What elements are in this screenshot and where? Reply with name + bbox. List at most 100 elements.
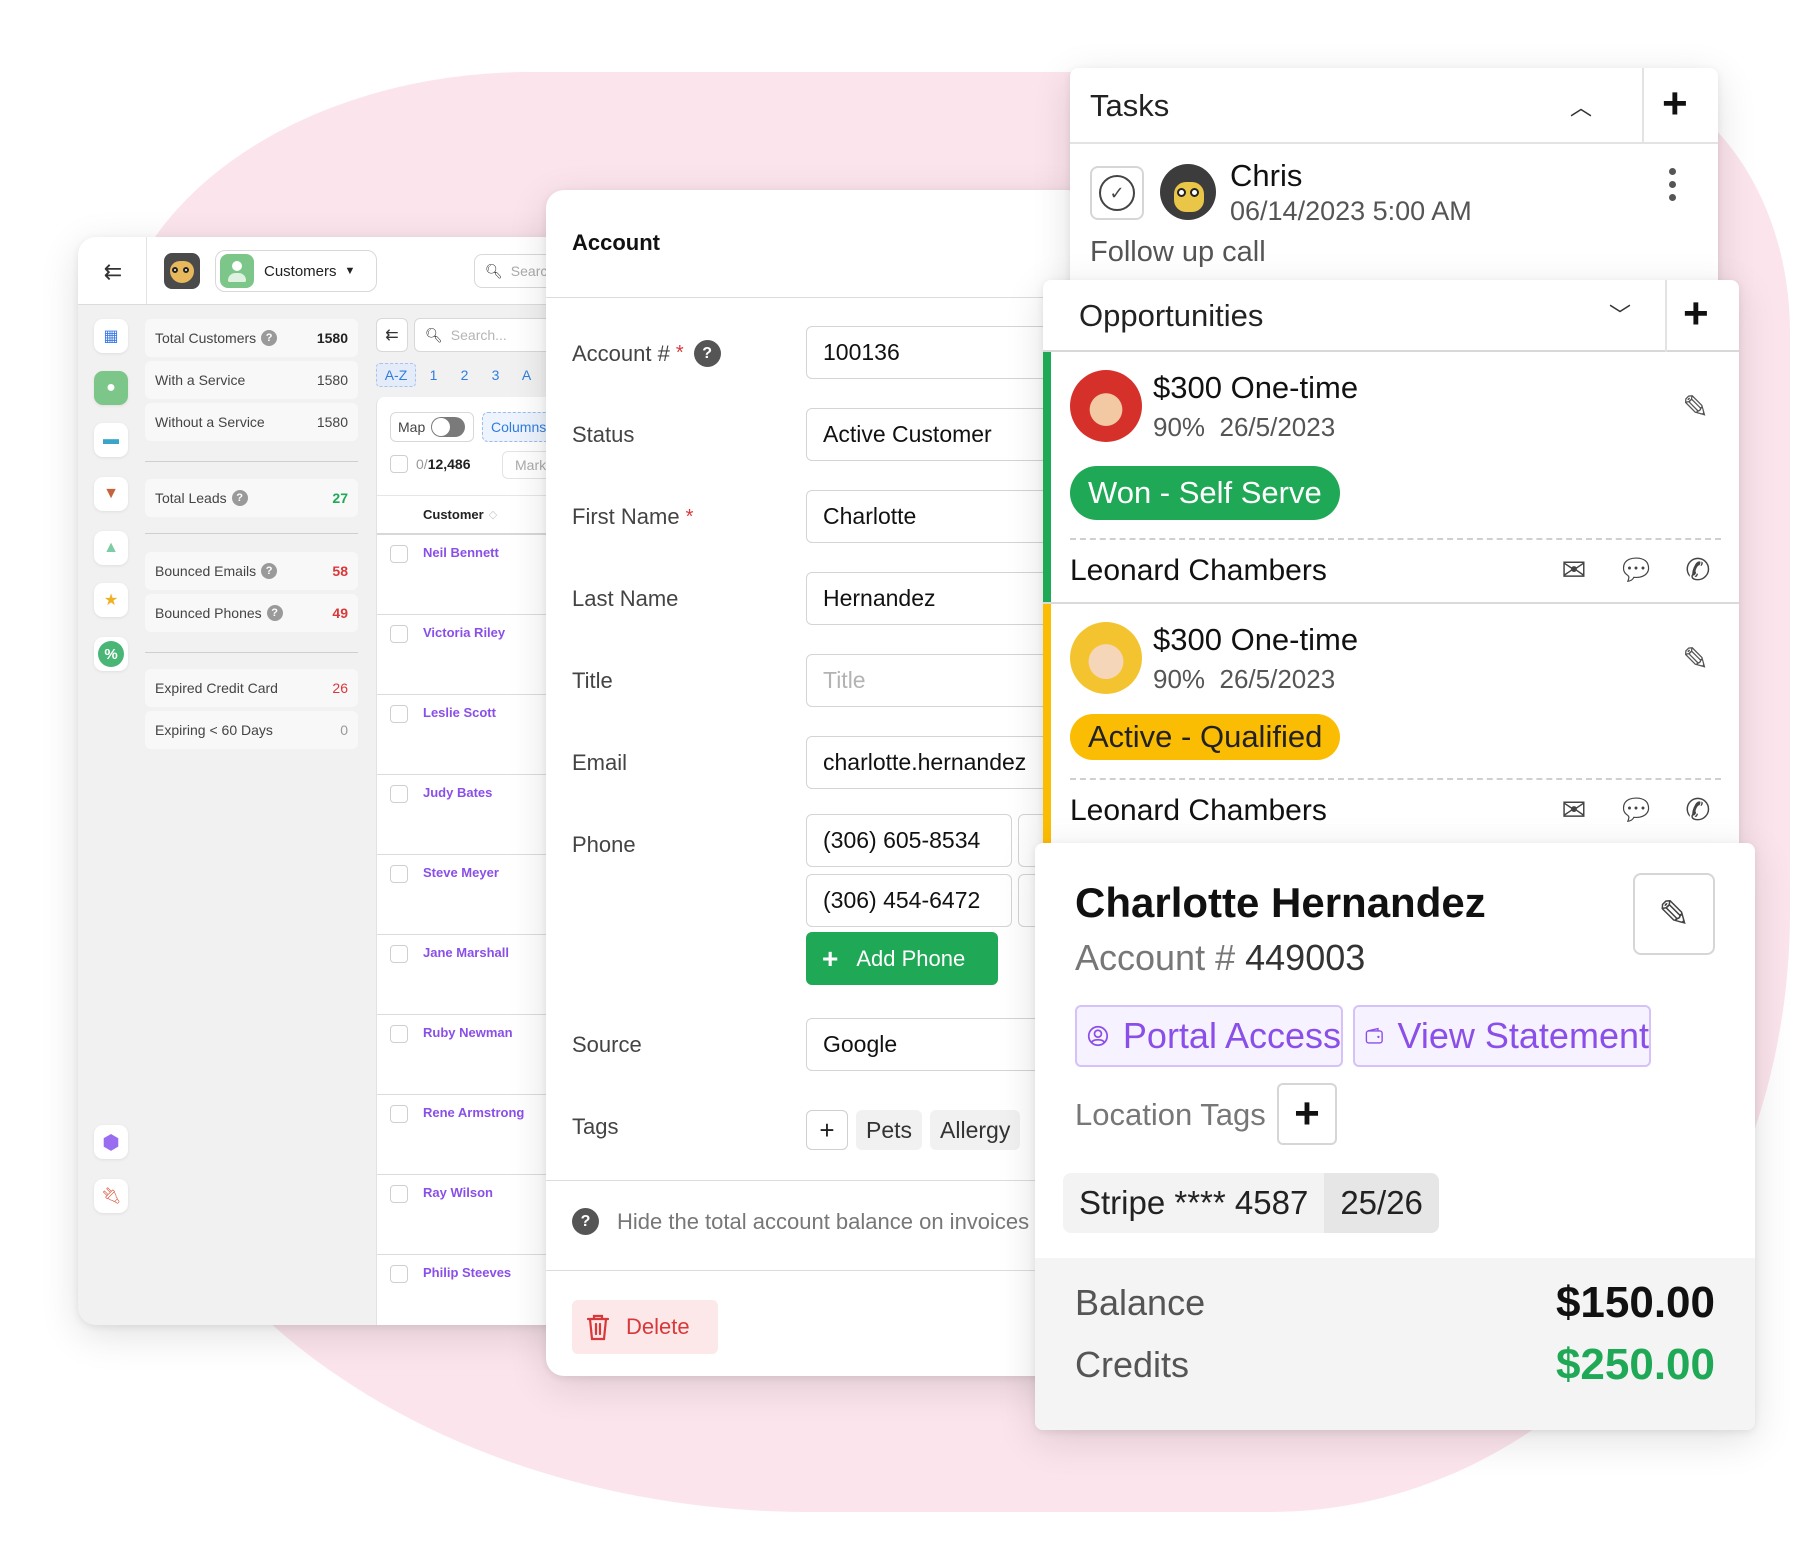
opportunity-card[interactable]: $300 One-time 90% 26/5/2023 ✎ Active - Q… <box>1043 604 1739 850</box>
module-switcher[interactable]: Customers ▼ <box>215 250 377 292</box>
edit-pencil-icon[interactable]: ✎ <box>1682 388 1709 426</box>
row-checkbox[interactable] <box>390 1185 408 1203</box>
alpha-filter-item[interactable]: 1 <box>418 363 449 387</box>
phone-icon[interactable]: ✆ <box>1679 790 1717 830</box>
phone-input[interactable]: (306) 605-8534 <box>806 814 1012 867</box>
edit-customer-button[interactable]: ✎ <box>1633 873 1715 955</box>
stat-with-service[interactable]: With a Service 1580 <box>145 361 358 399</box>
add-phone-button[interactable]: + Add Phone <box>806 932 998 985</box>
first-name-input[interactable]: Charlotte <box>806 490 1066 543</box>
add-opportunity-button[interactable]: + <box>1683 292 1709 336</box>
stat-expired-credit-card[interactable]: Expired Credit Card 26 <box>145 669 358 707</box>
stat-bounced-emails[interactable]: Bounced Emails? 58 <box>145 552 358 590</box>
customer-name: Charlotte Hernandez <box>1075 879 1486 926</box>
inbox-icon[interactable]: ▬ <box>94 423 128 457</box>
integrations-plug-icon[interactable]: 🔌︎ <box>94 1179 128 1213</box>
help-icon[interactable]: ? <box>261 563 278 579</box>
stat-total-customers[interactable]: Total Customers? 1580 <box>145 319 358 357</box>
customer-name-link[interactable]: Neil Bennett <box>423 545 499 560</box>
customer-name-link[interactable]: Victoria Riley <box>423 625 505 640</box>
tag-chip[interactable]: Allergy <box>930 1110 1021 1150</box>
card-on-file[interactable]: Stripe **** 4587 25/26 <box>1063 1173 1439 1233</box>
row-checkbox[interactable] <box>390 1105 408 1123</box>
stat-without-service[interactable]: Without a Service 1580 <box>145 403 358 441</box>
row-checkbox[interactable] <box>390 785 408 803</box>
help-icon[interactable]: ? <box>231 490 248 506</box>
customer-name-link[interactable]: Judy Bates <box>423 785 492 800</box>
source-select[interactable]: Google <box>806 1018 1066 1071</box>
stat-bounced-phones[interactable]: Bounced Phones? 49 <box>145 594 358 632</box>
customer-name-link[interactable]: Rene Armstrong <box>423 1105 524 1120</box>
row-checkbox[interactable] <box>390 1265 408 1283</box>
customer-name-link[interactable]: Ray Wilson <box>423 1185 493 1200</box>
marketing-icon[interactable]: ▲ <box>94 531 128 565</box>
delete-button[interactable]: Delete <box>572 1300 718 1354</box>
help-icon[interactable]: ? <box>572 1208 599 1235</box>
reviews-star-icon[interactable]: ★ <box>94 583 128 617</box>
tags-list: + Pets Allergy <box>806 1110 1021 1150</box>
sms-chat-icon[interactable]: 💬︎ <box>1617 790 1655 830</box>
map-toggle[interactable]: Map <box>390 412 474 442</box>
collapse-sidebar-icon[interactable]: ⇇ <box>98 257 128 287</box>
status-select[interactable]: Active Customer <box>806 408 1066 461</box>
alpha-filter-item[interactable]: A-Z <box>376 363 416 387</box>
customer-name-link[interactable]: Ruby Newman <box>423 1025 513 1040</box>
row-checkbox[interactable] <box>390 1025 408 1043</box>
view-statement-button[interactable]: View Statement <box>1353 1005 1651 1067</box>
tag-chip[interactable]: Pets <box>856 1110 923 1150</box>
edit-pencil-icon: ✎ <box>1658 893 1690 936</box>
complete-task-checkbox[interactable]: ✓ <box>1090 166 1144 220</box>
customer-name-link[interactable]: Leslie Scott <box>423 705 496 720</box>
chevron-up-icon[interactable]: ︿ <box>1570 90 1592 122</box>
portal-access-button[interactable]: Portal Access <box>1075 1005 1343 1067</box>
add-location-tag-button[interactable]: + <box>1277 1083 1337 1145</box>
help-icon[interactable]: ? <box>693 340 721 367</box>
sort-icon[interactable]: ◇ <box>489 508 497 521</box>
phone-input[interactable]: (306) 454-6472 <box>806 874 1012 927</box>
discount-icon[interactable]: % <box>94 637 128 671</box>
alpha-filter-item[interactable]: 3 <box>480 363 511 387</box>
email-input[interactable]: charlotte.hernandez <box>806 736 1066 789</box>
delete-label: Delete <box>626 1314 690 1339</box>
settings-icon[interactable]: ⬢ <box>94 1125 128 1159</box>
chevron-down-icon[interactable]: ﹀ <box>1609 298 1631 330</box>
collapse-filters-button[interactable]: ⇇ <box>376 318 408 352</box>
selected-count: 0 <box>416 456 424 472</box>
hide-balance-option[interactable]: ? Hide the total account balance on invo… <box>572 1208 1029 1235</box>
customer-name-link[interactable]: Philip Steeves <box>423 1265 511 1280</box>
stat-total-leads[interactable]: Total Leads? 27 <box>145 479 358 517</box>
opportunity-card[interactable]: $300 One-time 90% 26/5/2023 ✎ Won - Self… <box>1043 352 1739 604</box>
phone-icon[interactable]: ✆ <box>1679 550 1717 590</box>
alpha-filter-item[interactable]: 2 <box>449 363 480 387</box>
stat-value: 58 <box>332 563 348 579</box>
customer-name-link[interactable]: Jane Marshall <box>423 945 509 960</box>
customer-icon[interactable]: ● <box>94 371 128 405</box>
customer-summary-card: Charlotte Hernandez Account # 449003 ✎ P… <box>1035 843 1755 1430</box>
add-tag-button[interactable]: + <box>806 1110 848 1150</box>
row-checkbox[interactable] <box>390 945 408 963</box>
help-icon[interactable]: ? <box>261 330 278 346</box>
customer-name-link[interactable]: Steve Meyer <box>423 865 499 880</box>
phone-label: Phone <box>572 832 636 857</box>
help-icon[interactable]: ? <box>266 605 283 621</box>
email-icon[interactable]: ✉ <box>1555 550 1593 590</box>
stat-label: With a Service <box>155 372 246 388</box>
calendar-icon[interactable]: ▦ <box>94 319 128 353</box>
leads-funnel-icon[interactable]: ▼ <box>94 477 128 511</box>
select-all-checkbox[interactable] <box>390 455 408 473</box>
stat-expiring-60-days[interactable]: Expiring < 60 Days 0 <box>145 711 358 749</box>
alpha-filter-item[interactable]: A <box>511 363 542 387</box>
row-checkbox[interactable] <box>390 545 408 563</box>
row-checkbox[interactable] <box>390 705 408 723</box>
edit-pencil-icon[interactable]: ✎ <box>1682 640 1709 678</box>
last-name-input[interactable]: Hernandez <box>806 572 1066 625</box>
row-checkbox[interactable] <box>390 865 408 883</box>
row-checkbox[interactable] <box>390 625 408 643</box>
toggle-switch[interactable] <box>431 417 466 437</box>
email-icon[interactable]: ✉ <box>1555 790 1593 830</box>
add-task-button[interactable]: + <box>1662 82 1688 126</box>
more-options-icon[interactable] <box>1666 168 1678 201</box>
sms-chat-icon[interactable]: 💬︎ <box>1617 550 1655 590</box>
account-number-input[interactable]: 100136 <box>806 326 1066 379</box>
title-input[interactable]: Title <box>806 654 1066 707</box>
